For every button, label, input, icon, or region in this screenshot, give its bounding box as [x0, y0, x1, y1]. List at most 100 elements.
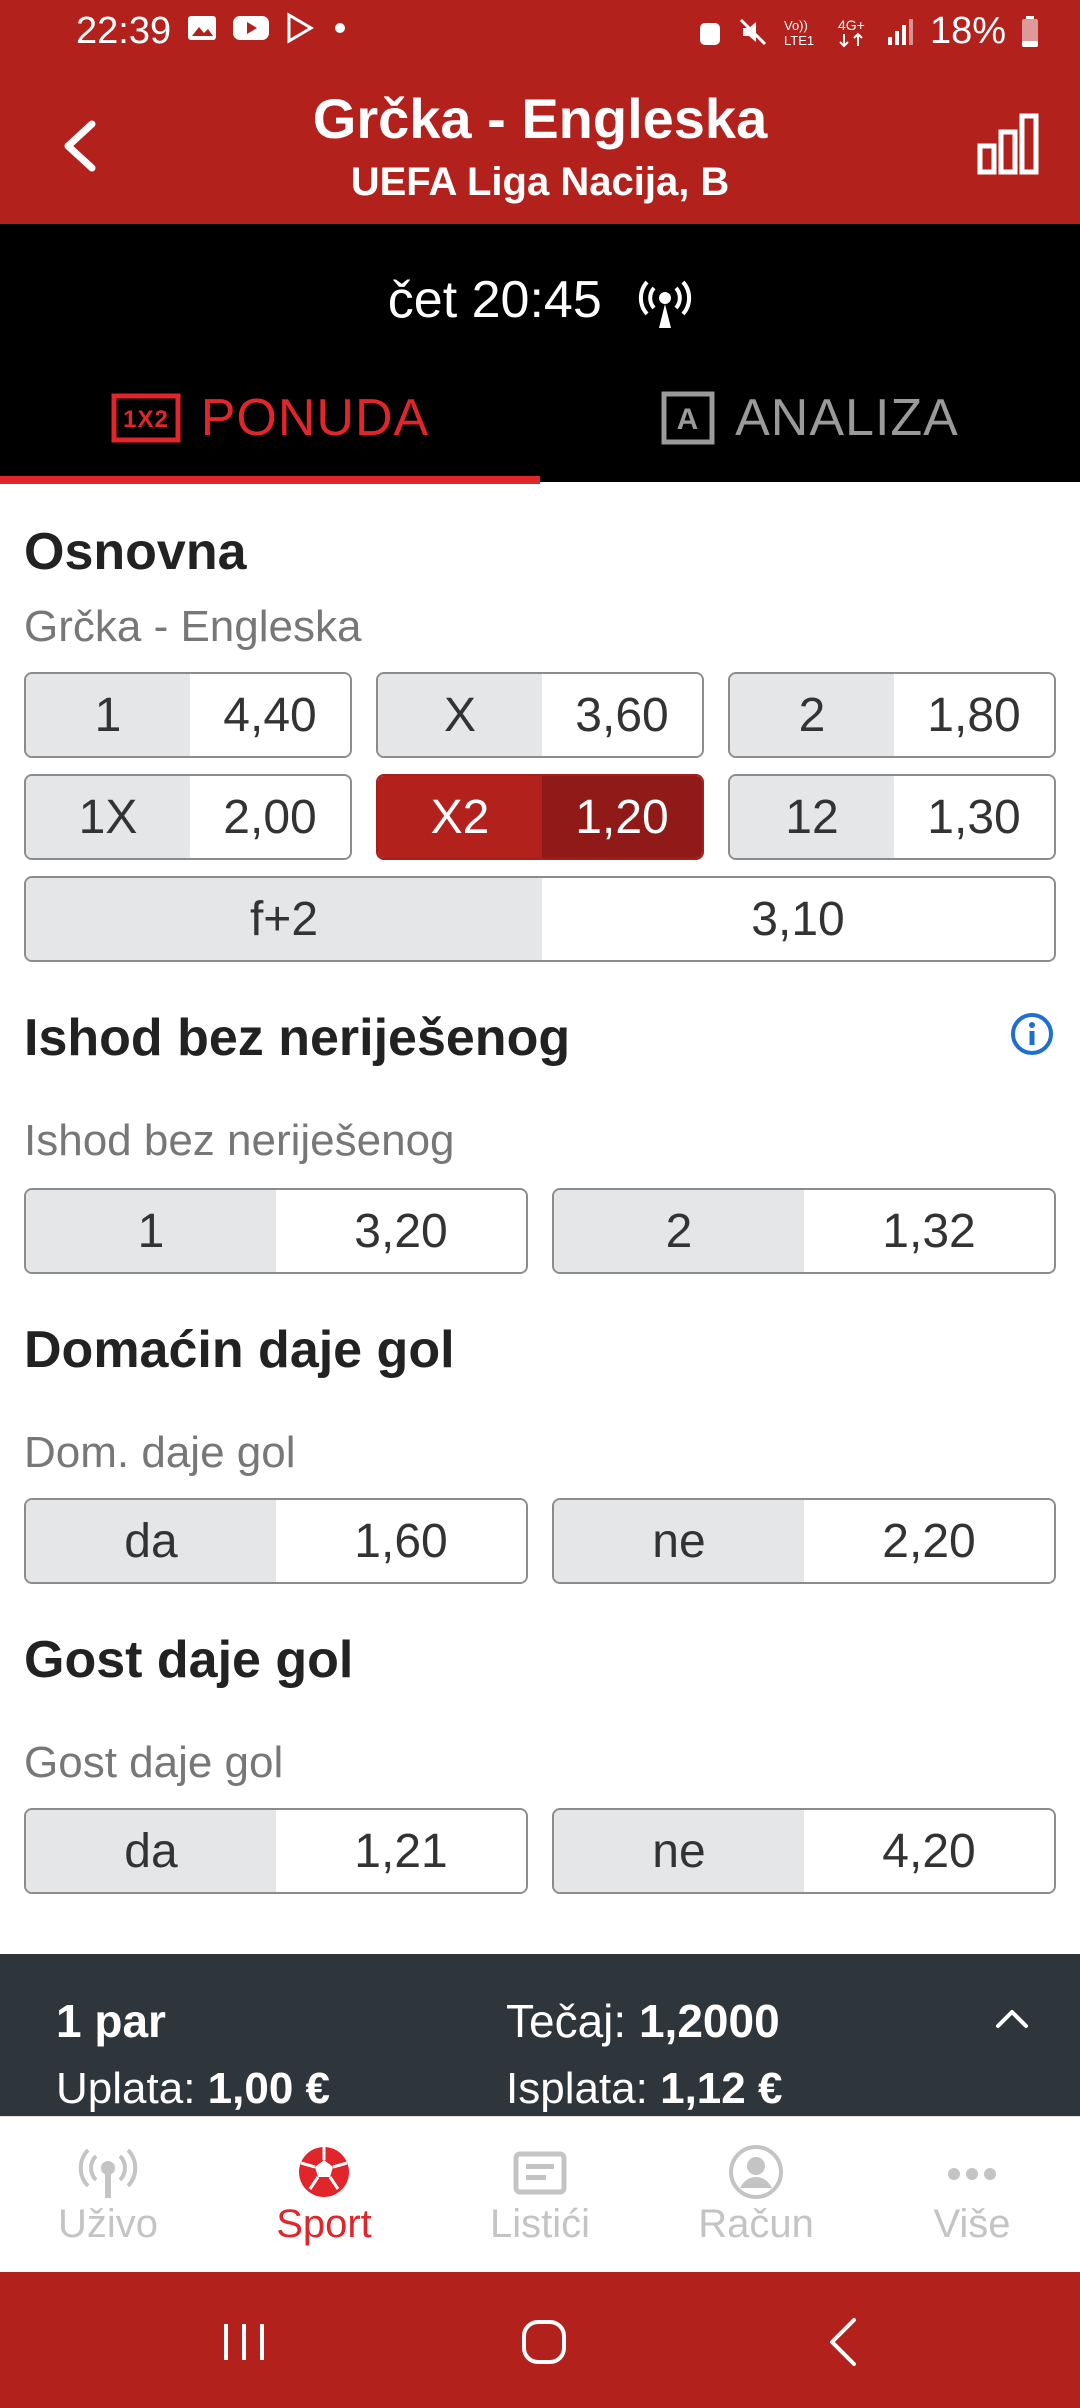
- odd-value: 4,20: [804, 1810, 1054, 1892]
- youtube-icon: [233, 16, 269, 40]
- odd-value: 3,10: [542, 878, 1054, 960]
- kickoff-time: čet 20:45: [387, 271, 602, 329]
- odd-button-2[interactable]: 2 1,80: [728, 672, 1056, 758]
- tab-ponuda-label: PONUDA: [200, 389, 430, 447]
- odd-label: 2: [730, 674, 894, 756]
- nav-item-racun[interactable]: Račun: [648, 2117, 864, 2273]
- odd-button-domacin-da[interactable]: da 1,60: [24, 1498, 528, 1584]
- odd-button-gost-ne[interactable]: ne 4,20: [552, 1808, 1056, 1894]
- notification-icons: [186, 12, 350, 44]
- betslip-summary[interactable]: 1 par Uplata: 1,00 € Tečaj: 1,2000 Ispla…: [0, 1954, 1080, 2116]
- odd-button-ishod-2[interactable]: 2 1,32: [552, 1188, 1056, 1274]
- statistics-icon[interactable]: [976, 112, 1040, 176]
- section-subtitle-domacin: Dom. daje gol: [24, 1428, 296, 1477]
- competition-name: UEFA Liga Nacija, B: [350, 160, 730, 204]
- odd-button-gost-da[interactable]: da 1,21: [24, 1808, 528, 1894]
- bottom-navigation: Uživo Sport Listići Račun Više: [0, 2116, 1080, 2273]
- odd-label: 12: [730, 776, 894, 858]
- odd-value: 2,00: [190, 776, 350, 858]
- 1x2-icon: 1X2: [111, 393, 181, 443]
- odd-value: 3,60: [542, 674, 702, 756]
- nav-item-uzivo[interactable]: Uživo: [0, 2117, 216, 2273]
- odd-value: 1,60: [276, 1500, 526, 1582]
- odd-label: da: [26, 1810, 276, 1892]
- betslip-odds: Tečaj: 1,2000: [506, 1995, 780, 2047]
- betting-offer: Osnovna Grčka - Engleska 1 4,40 X 3,60 2…: [0, 484, 1080, 1954]
- live-broadcast-icon: [639, 280, 692, 329]
- status-time: 22:39: [76, 10, 172, 52]
- section-subtitle-gost: Gost daje gol: [24, 1738, 284, 1787]
- odd-button-x[interactable]: X 3,60: [376, 672, 704, 758]
- nav-label: Uživo: [57, 2201, 159, 2246]
- odd-label: da: [26, 1500, 276, 1582]
- odd-label: 1: [26, 674, 190, 756]
- back-icon[interactable]: [816, 2312, 876, 2372]
- ticket-icon: [513, 2151, 567, 2194]
- odd-label: 1X: [26, 776, 190, 858]
- section-subtitle-ishod: Ishod bez neriješenog: [24, 1116, 455, 1165]
- betslip-payout: Isplata: 1,12 €: [506, 2064, 783, 2113]
- soccer-ball-icon: [299, 2146, 349, 2197]
- active-tab-indicator: [0, 476, 540, 484]
- section-title-gost: Gost daje gol: [24, 1631, 354, 1689]
- odd-button-1x[interactable]: 1X 2,00: [24, 774, 352, 860]
- dot-icon: [335, 23, 345, 33]
- match-header: Grčka - Engleska UEFA Liga Nacija, B: [0, 62, 1080, 224]
- recent-apps-icon[interactable]: [214, 2312, 274, 2372]
- odd-label: ne: [554, 1810, 804, 1892]
- betslip-pairs: 1 par: [56, 1995, 166, 2047]
- odd-value: 1,30: [894, 776, 1054, 858]
- odd-label: 2: [554, 1190, 804, 1272]
- gallery-icon: [188, 16, 216, 40]
- info-icon[interactable]: [1010, 1012, 1054, 1056]
- odd-button-ishod-1[interactable]: 1 3,20: [24, 1188, 528, 1274]
- nav-item-sport[interactable]: Sport: [216, 2117, 432, 2273]
- play-store-icon: [287, 12, 314, 44]
- nav-label: Listići: [489, 2201, 591, 2246]
- svg-text:4G+: 4G+: [838, 17, 865, 33]
- status-bar: 22:39 Vo)) LTE1 4G+ 18%: [0, 0, 1080, 62]
- odd-value: 2,20: [804, 1500, 1054, 1582]
- odd-button-x2-selected[interactable]: X2 1,20: [376, 774, 704, 860]
- nav-item-vise[interactable]: Više: [864, 2117, 1080, 2273]
- analysis-icon: A: [661, 391, 715, 445]
- account-icon: [729, 2144, 783, 2199]
- odd-label: X: [378, 674, 542, 756]
- nav-label: Sport: [276, 2201, 372, 2246]
- odd-label: 1: [26, 1190, 276, 1272]
- odd-label: ne: [554, 1500, 804, 1582]
- volte-icon: Vo))LTE1: [784, 18, 814, 48]
- mute-icon: [739, 18, 766, 45]
- odd-label: f+2: [26, 878, 542, 960]
- odd-value: 4,40: [190, 674, 350, 756]
- odd-button-domacin-ne[interactable]: ne 2,20: [552, 1498, 1056, 1584]
- tab-analiza[interactable]: A ANALIZA: [540, 354, 1080, 482]
- odd-button-1[interactable]: 1 4,40: [24, 672, 352, 758]
- nav-label: Račun: [698, 2201, 814, 2246]
- section-title-osnovna: Osnovna: [24, 523, 247, 581]
- odd-value: 1,20: [542, 776, 702, 858]
- tab-analiza-label: ANALIZA: [735, 389, 959, 447]
- chevron-up-icon[interactable]: [994, 2000, 1030, 2036]
- odd-button-f2[interactable]: f+2 3,10: [24, 876, 1056, 962]
- home-icon[interactable]: [514, 2312, 574, 2372]
- nav-label: Više: [933, 2201, 1011, 2246]
- nav-item-listici[interactable]: Listići: [432, 2117, 648, 2273]
- system-status-icons: Vo)) LTE1 4G+ 18%: [696, 10, 1040, 53]
- odd-value: 1,32: [804, 1190, 1054, 1272]
- alarm-icon: [699, 22, 720, 45]
- odd-value: 1,21: [276, 1810, 526, 1892]
- tab-ponuda[interactable]: 1X2 PONUDA: [0, 354, 540, 482]
- signal-icon: [887, 18, 913, 45]
- system-navigation-bar: [0, 2272, 1080, 2408]
- battery-percent: 18%: [929, 10, 1006, 52]
- more-icon: [948, 2167, 996, 2180]
- svg-text:1X2: 1X2: [123, 406, 169, 433]
- live-icon: [78, 2148, 138, 2198]
- kickoff-time-row: čet 20:45: [0, 270, 1080, 330]
- 4g-icon: 4G+: [838, 17, 865, 47]
- odd-value: 3,20: [276, 1190, 526, 1272]
- svg-text:Vo)): Vo)): [784, 18, 808, 33]
- section-title-ishod: Ishod bez neriješenog: [24, 1009, 571, 1067]
- odd-button-12[interactable]: 12 1,30: [728, 774, 1056, 860]
